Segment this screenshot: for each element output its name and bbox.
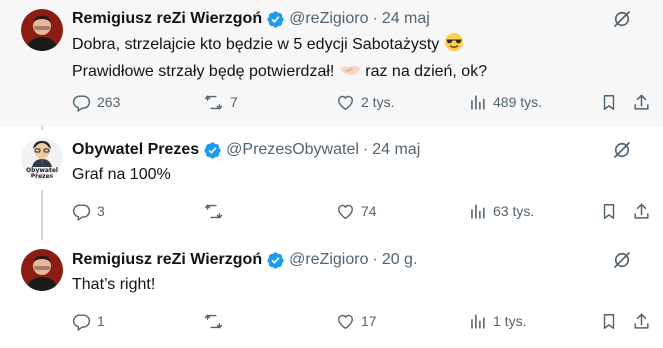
avatar[interactable] <box>21 9 63 51</box>
repost-button[interactable] <box>203 200 230 222</box>
tweet[interactable]: Remigiusz reZi Wierzgoń @reZigioro · 20 … <box>0 240 663 348</box>
tweet-text: That’s right! <box>72 276 156 293</box>
grok-icon[interactable] <box>611 139 633 161</box>
repost-button[interactable]: 7 <box>203 91 238 113</box>
author-name[interactable]: Remigiusz reZi Wierzgoń <box>72 9 262 29</box>
views-count: 63 tys. <box>493 203 535 219</box>
repost-icon <box>204 313 223 329</box>
like-count: 17 <box>361 313 377 329</box>
repost-icon <box>204 94 223 110</box>
repost-count: 7 <box>230 94 238 110</box>
reply-count: 3 <box>97 203 105 219</box>
separator-dot: · <box>372 251 378 268</box>
reply-icon <box>72 313 91 331</box>
grok-icon[interactable] <box>611 8 633 30</box>
tweet-header: Remigiusz reZi Wierzgoń @reZigioro · 24 … <box>72 9 430 29</box>
sunglasses-emoji-icon <box>444 32 464 60</box>
bookmark-button[interactable] <box>600 200 618 222</box>
views-icon <box>471 203 485 219</box>
tweet-header: Remigiusz reZi Wierzgoń @reZigioro · 20 … <box>72 250 417 270</box>
like-button[interactable]: 17 <box>336 310 377 332</box>
avatar[interactable] <box>21 249 63 291</box>
bookmark-icon <box>603 313 615 329</box>
timestamp[interactable]: 24 maj <box>382 9 430 29</box>
reply-button[interactable]: 263 <box>72 91 120 113</box>
repost-button[interactable] <box>203 310 230 332</box>
share-icon <box>634 203 649 219</box>
like-icon <box>338 314 353 329</box>
divider <box>0 125 663 126</box>
like-button[interactable]: 2 tys. <box>336 91 394 113</box>
verified-badge-icon <box>203 141 222 160</box>
tweet-text-line: raz na dzień, ok? <box>365 63 488 80</box>
bookmark-icon <box>603 94 615 110</box>
views-icon <box>471 94 485 110</box>
share-icon <box>634 313 649 329</box>
bookmark-button[interactable] <box>600 91 618 113</box>
tweet[interactable]: Remigiusz reZi Wierzgoń @reZigioro · 24 … <box>0 0 663 126</box>
reply-count: 1 <box>97 313 105 329</box>
tweet-text: Dobra, strzelajcie kto będzie w 5 edycji… <box>72 32 487 87</box>
tweet-text-line: Prawidłowe strzały będę potwierdzał! <box>72 63 335 80</box>
separator-dot: · <box>362 141 369 158</box>
verified-badge-icon <box>266 251 285 270</box>
bookmark-button[interactable] <box>600 310 618 332</box>
like-icon <box>338 95 353 110</box>
tweet-text-line: Dobra, strzelajcie kto będzie w 5 edycji… <box>72 36 440 53</box>
reply-button[interactable]: 3 <box>72 200 105 222</box>
views-icon <box>471 313 485 329</box>
views-button[interactable]: 1 tys. <box>468 310 526 332</box>
separator-dot: · <box>372 10 378 27</box>
share-button[interactable] <box>632 91 651 113</box>
timestamp[interactable]: 24 maj <box>372 140 420 160</box>
reply-button[interactable]: 1 <box>72 310 105 332</box>
action-bar: 263 7 2 tys. 489 tys. <box>0 91 663 113</box>
repost-icon <box>204 203 223 219</box>
action-bar: 3 74 63 tys. <box>0 200 663 222</box>
tweet[interactable]: Obywatel Prezes Obywatel Prezes @PrezesO… <box>0 130 663 240</box>
author-handle[interactable]: @reZigioro <box>289 250 368 270</box>
author-handle[interactable]: @PrezesObywatel <box>226 140 359 160</box>
tweet-text: Graf na 100% <box>72 166 171 183</box>
reply-icon <box>72 203 91 221</box>
reply-icon <box>72 94 91 112</box>
share-button[interactable] <box>632 310 651 332</box>
avatar-label: Prezes <box>31 173 54 180</box>
grok-icon[interactable] <box>611 249 633 271</box>
like-count: 74 <box>361 203 377 219</box>
action-bar: 1 17 1 tys. <box>0 310 663 332</box>
views-button[interactable]: 63 tys. <box>468 200 534 222</box>
reply-count: 263 <box>97 94 121 110</box>
author-handle[interactable]: @reZigioro <box>289 9 368 29</box>
share-button[interactable] <box>632 200 651 222</box>
avatar[interactable]: Obywatel Prezes <box>21 138 63 180</box>
views-button[interactable]: 489 tys. <box>468 91 542 113</box>
like-button[interactable]: 74 <box>336 200 377 222</box>
verified-badge-icon <box>266 10 285 29</box>
author-name[interactable]: Remigiusz reZi Wierzgoń <box>72 250 262 270</box>
share-icon <box>634 94 649 110</box>
author-name[interactable]: Obywatel Prezes <box>72 140 199 160</box>
bookmark-icon <box>603 203 615 219</box>
handshake-emoji-icon <box>339 61 361 87</box>
timestamp[interactable]: 20 g. <box>382 250 418 270</box>
tweet-header: Obywatel Prezes @PrezesObywatel · 24 maj <box>72 140 420 160</box>
views-count: 489 tys. <box>493 94 543 110</box>
like-icon <box>338 204 353 219</box>
views-count: 1 tys. <box>493 313 527 329</box>
like-count: 2 tys. <box>361 94 395 110</box>
